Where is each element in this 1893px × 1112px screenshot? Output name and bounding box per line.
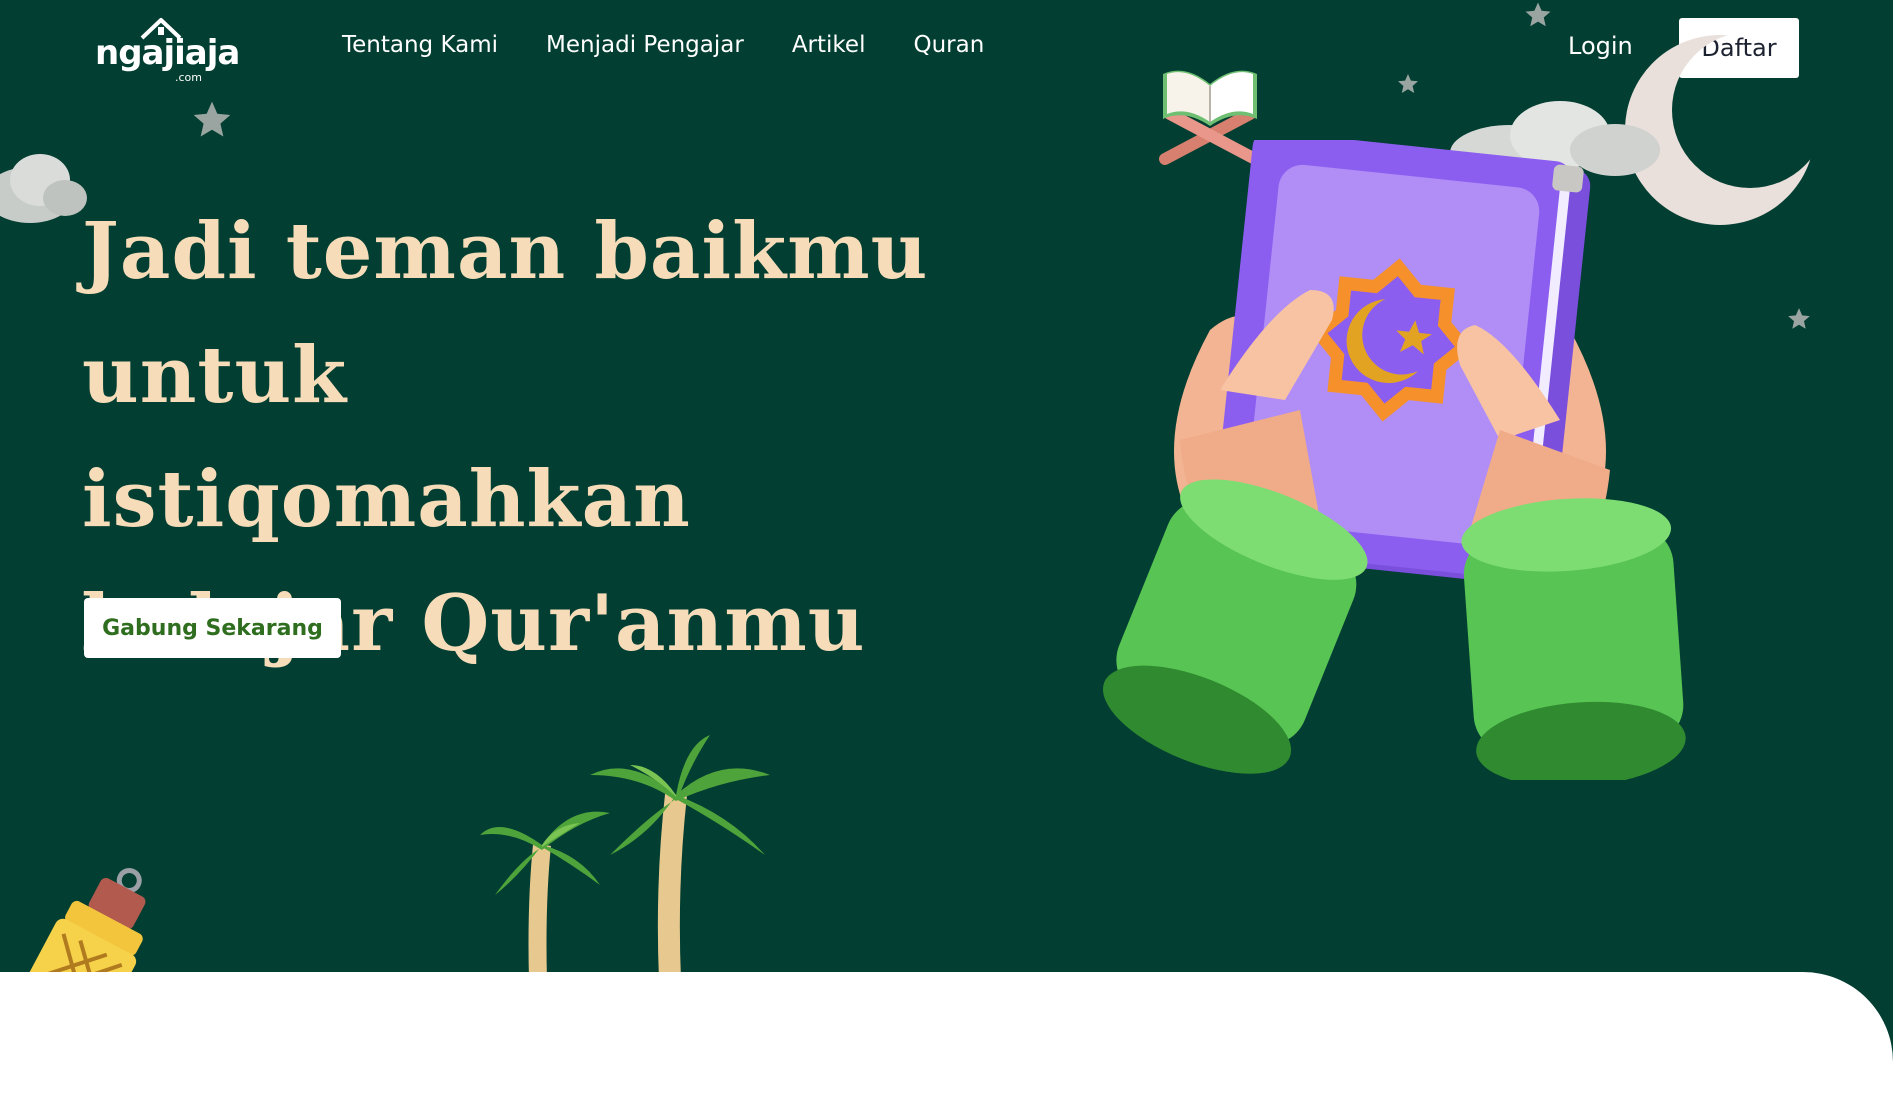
star-icon (193, 101, 231, 137)
logo-domain-suffix: .com (175, 71, 202, 84)
hero-title-line-1: Jadi teman baikmu (82, 206, 929, 297)
nav-link-menjadi-pengajar[interactable]: Menjadi Pengajar (546, 32, 744, 58)
site-logo[interactable]: ngajiaja .com (95, 16, 245, 86)
star-icon (1788, 308, 1810, 329)
star-icon (1398, 74, 1418, 93)
logo-wordmark: ngajiaja (95, 33, 240, 73)
join-now-button[interactable]: Gabung Sekarang (84, 598, 341, 658)
quran-book-in-hands-icon (1102, 140, 1686, 780)
main-nav: Tentang Kami Menjadi Pengajar Artikel Qu… (342, 32, 984, 58)
content-section-top (0, 972, 1893, 1112)
nav-link-tentang-kami[interactable]: Tentang Kami (342, 32, 498, 58)
star-icon (1525, 2, 1551, 27)
palm-trees-icon (480, 735, 770, 980)
nav-link-artikel[interactable]: Artikel (792, 32, 866, 58)
hero-title-line-2: untuk istiqomahkan (82, 330, 691, 545)
nav-link-quran[interactable]: Quran (913, 32, 984, 58)
